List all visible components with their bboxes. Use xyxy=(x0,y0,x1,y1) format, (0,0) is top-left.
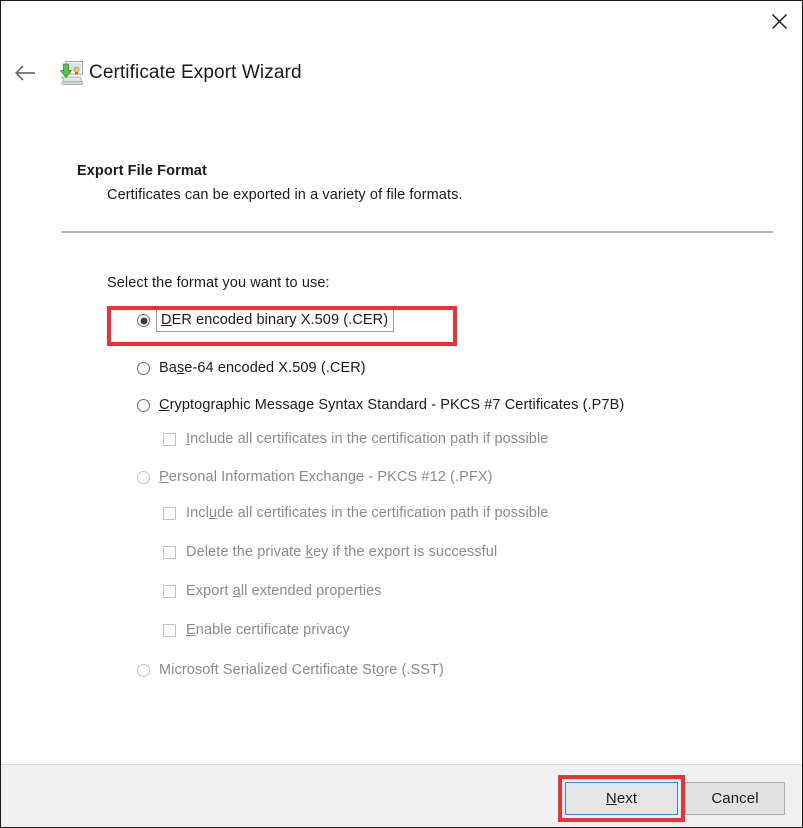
option-label-pkcs7: Cryptographic Message Syntax Standard - … xyxy=(159,397,625,413)
option-label-enable-certificate-privacy: Enable certificate privacy xyxy=(186,622,350,638)
instruction-text: Select the format you want to use: xyxy=(107,275,330,291)
back-button[interactable] xyxy=(11,58,41,88)
option-label-base64: Base-64 encoded X.509 (.CER) xyxy=(159,360,366,376)
checkbox-option-pkcs7-include-path: Include all certificates in the certific… xyxy=(163,431,548,447)
option-label-pfx: Personal Information Exchange - PKCS #12… xyxy=(159,469,493,485)
option-label-pfx-include-path: Include all certificates in the certific… xyxy=(186,505,549,521)
cancel-button-label: Cancel xyxy=(711,790,759,807)
certificate-export-wizard-window: Certificate Export Wizard Export File Fo… xyxy=(0,0,803,828)
accel-key-pfx-include-path: u xyxy=(208,505,218,521)
checkbox-export-extended-properties xyxy=(163,584,176,598)
checkbox-option-delete-private-key: Delete the private key if the export is … xyxy=(163,544,497,560)
section-heading: Export File Format Certificates can be e… xyxy=(77,161,777,205)
accel-key-pkcs7-include-path: I xyxy=(186,431,191,447)
radio-option-pfx: Personal Information Exchange - PKCS #12… xyxy=(137,469,493,485)
option-label-sst: Microsoft Serialized Certificate Store (… xyxy=(159,662,444,678)
certificate-export-icon xyxy=(57,59,85,87)
accel-key-pfx: P xyxy=(159,469,169,485)
accel-key-der: D xyxy=(161,312,172,328)
accel-key-sst: o xyxy=(376,662,385,678)
header-divider xyxy=(61,231,773,233)
page-title: Certificate Export Wizard xyxy=(89,62,302,83)
cancel-button[interactable]: Cancel xyxy=(685,782,785,815)
wizard-header: Certificate Export Wizard xyxy=(1,51,802,95)
close-icon xyxy=(771,13,787,29)
radio-option-der[interactable]: DER encoded binary X.509 (.CER) xyxy=(137,309,395,332)
checkbox-option-enable-certificate-privacy: Enable certificate privacy xyxy=(163,622,350,638)
checkbox-enable-certificate-privacy xyxy=(163,623,176,637)
accel-key-enable-certificate-privacy: E xyxy=(186,622,196,638)
checkbox-option-export-extended-properties: Export all extended properties xyxy=(163,583,382,599)
radio-button-pkcs7[interactable] xyxy=(137,398,150,412)
close-button[interactable] xyxy=(756,1,802,41)
checkbox-option-pfx-include-path: Include all certificates in the certific… xyxy=(163,505,548,521)
option-label-export-extended-properties: Export all extended properties xyxy=(186,583,382,599)
option-label-pkcs7-include-path: Include all certificates in the certific… xyxy=(186,431,549,447)
accel-key-pkcs7: C xyxy=(159,397,170,413)
section-subtitle: Certificates can be exported in a variet… xyxy=(107,187,463,203)
radio-button-base64[interactable] xyxy=(137,361,150,375)
radio-button-der[interactable] xyxy=(137,314,150,327)
accel-key-export-extended-properties: a xyxy=(232,583,241,599)
radio-button-pfx xyxy=(137,470,150,484)
option-label-delete-private-key: Delete the private key if the export is … xyxy=(186,544,498,560)
option-label-der: DER encoded binary X.509 (.CER) xyxy=(156,309,395,332)
arrow-left-icon xyxy=(15,65,35,81)
checkbox-pkcs7-include-path xyxy=(163,432,176,446)
radio-option-base64[interactable]: Base-64 encoded X.509 (.CER) xyxy=(137,360,366,376)
section-title: Export File Format xyxy=(77,163,207,179)
next-button-label: Next xyxy=(605,790,638,807)
checkbox-pfx-include-path xyxy=(163,506,176,520)
footer-bar xyxy=(1,764,802,827)
title-bar xyxy=(1,1,802,45)
next-accel: N xyxy=(605,790,617,807)
checkbox-delete-private-key xyxy=(163,545,176,559)
radio-option-sst: Microsoft Serialized Certificate Store (… xyxy=(137,662,444,678)
radio-button-sst xyxy=(137,663,150,677)
accel-key-base64: s xyxy=(176,360,185,376)
radio-option-pkcs7[interactable]: Cryptographic Message Syntax Standard - … xyxy=(137,397,624,413)
accel-key-delete-private-key: k xyxy=(305,544,313,560)
next-button[interactable]: Next xyxy=(565,782,678,815)
